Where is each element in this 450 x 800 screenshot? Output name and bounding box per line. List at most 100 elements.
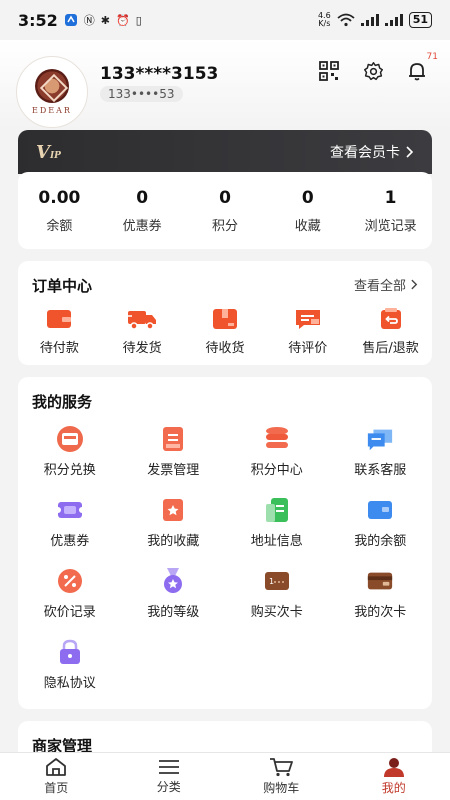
svg-text:1: 1 bbox=[269, 577, 274, 586]
settings-button[interactable] bbox=[362, 60, 384, 82]
service-label: 联系客服 bbox=[354, 463, 407, 478]
notification-count: 71 bbox=[426, 52, 438, 62]
stat-label: 余额 bbox=[46, 218, 73, 234]
order-pending-review[interactable]: 待评价 bbox=[268, 307, 348, 356]
avatar-text: EDEAR bbox=[32, 106, 72, 115]
service-label: 隐私协议 bbox=[43, 676, 96, 691]
tab-category[interactable]: 分类 bbox=[124, 758, 214, 795]
order-pending-payment[interactable]: 待付款 bbox=[19, 307, 99, 356]
status-right: 4.6 K/s 51 bbox=[318, 12, 432, 28]
view-all-orders-link[interactable]: 查看全部 bbox=[354, 275, 418, 294]
address-icon bbox=[265, 498, 288, 522]
points-exchange-icon bbox=[56, 426, 83, 452]
alarm-icon: ⏰ bbox=[116, 13, 130, 27]
stat-value: 0 bbox=[136, 187, 149, 208]
vip-logo: VIP bbox=[36, 142, 61, 163]
header-actions: 71 bbox=[318, 52, 438, 82]
customer-service-icon bbox=[368, 429, 393, 451]
network-speed: 4.6 K/s bbox=[318, 12, 331, 28]
stat-value: 0.00 bbox=[38, 187, 81, 208]
my-services-card: 我的服务 积分兑换 发票管理 积分中心 联系客服 优惠券 我的收藏 地址信息 我… bbox=[18, 377, 432, 709]
profile-header: EDEAR 133****3153 133••••53 71 bbox=[0, 40, 450, 130]
bargain-icon bbox=[57, 569, 82, 593]
battery-icon: 51 bbox=[408, 12, 432, 28]
view-member-card-link[interactable]: 查看会员卡 bbox=[330, 142, 414, 162]
points-center-icon bbox=[265, 427, 288, 448]
service-label: 砍价记录 bbox=[43, 605, 96, 620]
service-points-exchange[interactable]: 积分兑换 bbox=[18, 425, 122, 478]
notification-button[interactable]: 71 bbox=[406, 52, 438, 82]
user-phone: 133••••53 bbox=[100, 86, 183, 102]
service-my-card[interactable]: 我的次卡 bbox=[329, 567, 433, 620]
invoice-icon bbox=[163, 427, 184, 451]
view-all-label: 查看全部 bbox=[353, 279, 406, 294]
refund-icon bbox=[380, 308, 401, 329]
chevron-right-icon bbox=[411, 279, 418, 290]
status-bar: 3:52 Ⓝ ✱ ⏰ ▯ 4.6 K/s 51 bbox=[0, 0, 450, 40]
chevron-right-icon bbox=[406, 146, 414, 158]
avatar[interactable]: EDEAR bbox=[16, 56, 88, 128]
tab-label: 我的 bbox=[381, 781, 406, 795]
stats-card: 0.00 余额 0 优惠券 0 积分 0 收藏 1 浏览记录 bbox=[18, 172, 432, 249]
vip-logo-sub: IP bbox=[49, 150, 61, 161]
order-status-row: 待付款 待发货 待收货 待评价 售后/退款 bbox=[18, 307, 432, 356]
tab-cart[interactable]: 购物车 bbox=[236, 757, 326, 796]
order-after-sales[interactable]: 售后/退款 bbox=[351, 307, 431, 356]
service-buy-card[interactable]: 1 购买次卡 bbox=[225, 567, 329, 620]
service-label: 我的次卡 bbox=[354, 605, 407, 620]
stat-coupons[interactable]: 0 优惠券 bbox=[101, 188, 183, 234]
qr-code-button[interactable] bbox=[318, 60, 340, 82]
bell-icon bbox=[409, 63, 425, 81]
comment-icon bbox=[295, 310, 320, 329]
stat-value: 0 bbox=[301, 187, 314, 208]
menu-icon bbox=[158, 760, 179, 774]
user-icon bbox=[383, 758, 404, 777]
speed-unit: K/s bbox=[318, 19, 331, 28]
service-points-center[interactable]: 积分中心 bbox=[225, 425, 329, 478]
service-customer-service[interactable]: 联系客服 bbox=[329, 425, 433, 478]
vip-link-label: 查看会员卡 bbox=[330, 145, 400, 161]
service-invoice[interactable]: 发票管理 bbox=[122, 425, 226, 478]
service-balance[interactable]: 我的余额 bbox=[329, 496, 433, 549]
order-label: 售后/退款 bbox=[362, 341, 419, 356]
tab-mine[interactable]: 我的 bbox=[349, 757, 439, 796]
service-favorites[interactable]: 我的收藏 bbox=[122, 496, 226, 549]
stat-label: 浏览记录 bbox=[364, 218, 417, 234]
tab-label: 首页 bbox=[44, 781, 69, 795]
order-label: 待付款 bbox=[39, 341, 79, 356]
service-coupon[interactable]: 优惠券 bbox=[18, 496, 122, 549]
favorites-icon bbox=[163, 499, 184, 521]
vibrate-icon: ▯ bbox=[135, 13, 142, 27]
order-center-card: 订单中心 查看全部 待付款 待发货 待收货 待评价 售后/退款 bbox=[18, 261, 432, 365]
service-level[interactable]: 我的等级 bbox=[122, 567, 226, 620]
stat-history[interactable]: 1 浏览记录 bbox=[350, 188, 432, 234]
service-label: 积分中心 bbox=[250, 463, 303, 478]
tab-home[interactable]: 首页 bbox=[11, 757, 101, 796]
order-label: 待发货 bbox=[122, 341, 162, 356]
stat-label: 收藏 bbox=[294, 218, 321, 234]
stat-label: 优惠券 bbox=[122, 218, 162, 234]
order-label: 待评价 bbox=[288, 341, 328, 356]
service-privacy[interactable]: 隐私协议 bbox=[18, 638, 122, 691]
stat-favorites[interactable]: 0 收藏 bbox=[267, 188, 349, 234]
privacy-lock-icon bbox=[59, 639, 80, 664]
bluetooth-icon: ✱ bbox=[100, 13, 111, 27]
vip-bar: VIP 查看会员卡 bbox=[18, 130, 432, 174]
stat-value: 1 bbox=[384, 187, 397, 208]
my-card-icon bbox=[368, 572, 393, 590]
stat-balance[interactable]: 0.00 余额 bbox=[18, 188, 100, 234]
order-pending-receipt[interactable]: 待收货 bbox=[185, 307, 265, 356]
service-label: 地址信息 bbox=[250, 534, 303, 549]
wallet-icon bbox=[47, 310, 72, 328]
vip-logo-main: V bbox=[36, 141, 50, 163]
brand-logo-icon bbox=[35, 69, 69, 103]
service-address[interactable]: 地址信息 bbox=[225, 496, 329, 549]
stat-points[interactable]: 0 积分 bbox=[184, 188, 266, 234]
service-bargain[interactable]: 砍价记录 bbox=[18, 567, 122, 620]
delivery-truck-icon bbox=[126, 311, 157, 330]
wifi-icon bbox=[337, 13, 355, 27]
order-pending-shipment[interactable]: 待发货 bbox=[102, 307, 182, 356]
cart-icon bbox=[270, 758, 294, 777]
service-label: 优惠券 bbox=[50, 534, 90, 549]
my-services-title: 我的服务 bbox=[32, 393, 93, 411]
